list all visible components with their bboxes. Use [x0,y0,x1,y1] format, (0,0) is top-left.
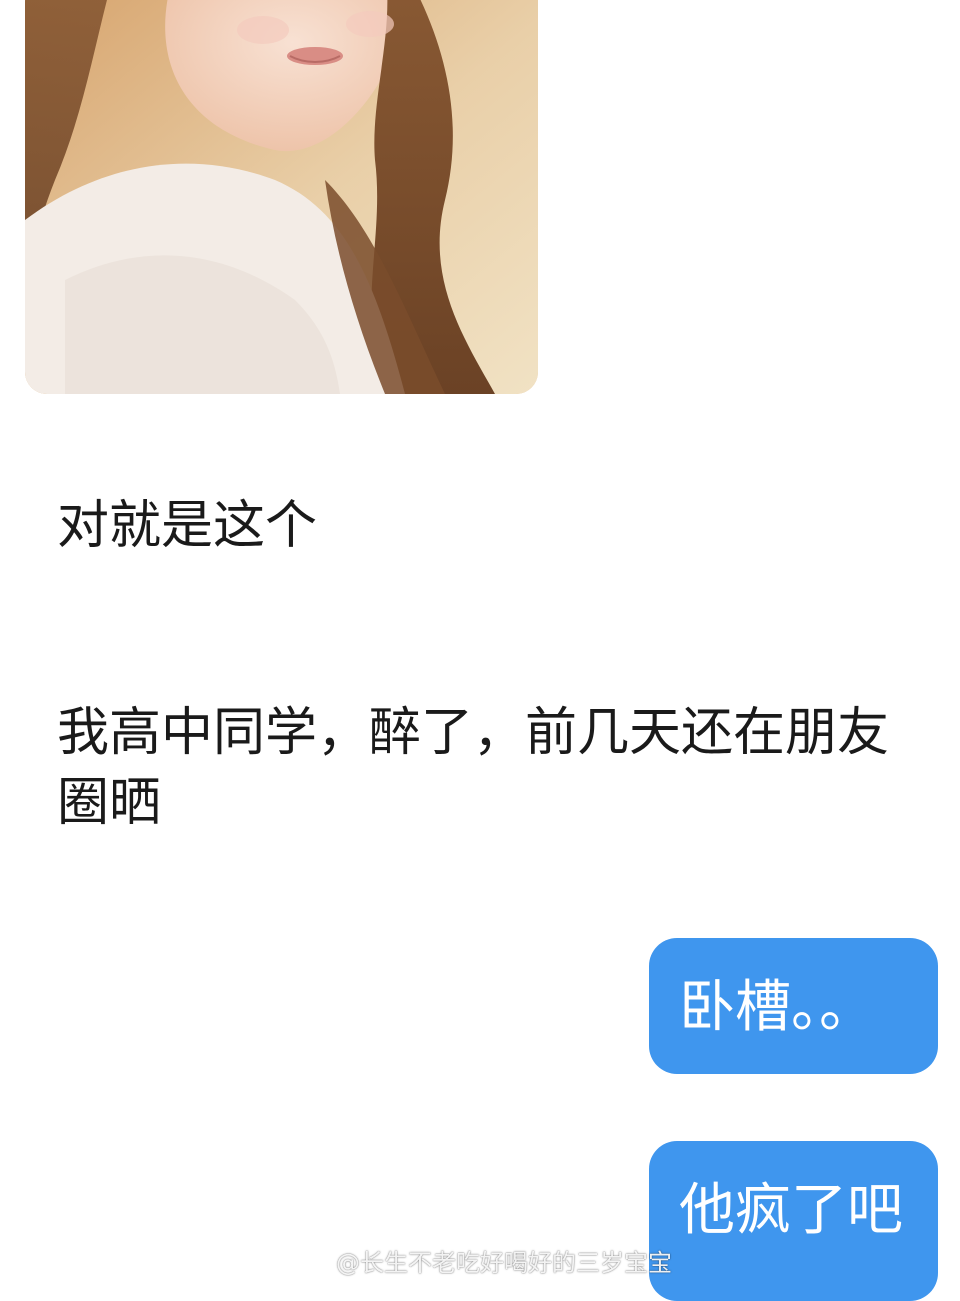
outgoing-message-2[interactable]: 他疯了吧 [649,1141,938,1301]
watermark-text: @长生不老吃好喝好的三岁宝宝 [336,1248,672,1277]
incoming-message-1[interactable]: 对就是这个 [57,491,917,561]
shared-photo[interactable] [25,0,538,394]
incoming-message-2[interactable]: 我高中同学，醉了，前几天还在朋友圈晒 [57,698,917,838]
outgoing-message-2-text: 他疯了吧 [679,1178,903,1243]
weibo-icon [290,1247,328,1276]
outgoing-message-1[interactable]: 卧槽。。 [649,938,938,1074]
watermark: @长生不老吃好喝好的三岁宝宝 [290,1240,672,1280]
photo-image [25,0,538,394]
outgoing-message-1-text: 卧槽。。 [679,975,875,1040]
